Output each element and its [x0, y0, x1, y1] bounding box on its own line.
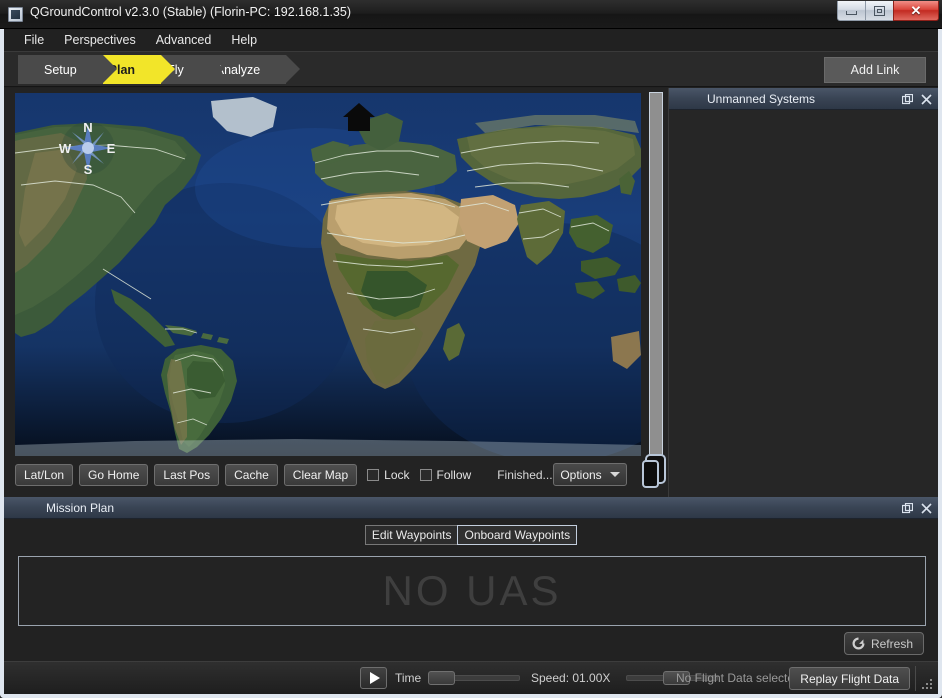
follow-checkbox-label: Follow	[436, 468, 472, 482]
follow-checkbox-box[interactable]	[419, 469, 432, 481]
refresh-icon	[852, 637, 865, 650]
qgroundcontrol-window: QGroundControl v2.3.0 (Stable) (Florin-P…	[0, 0, 942, 698]
tab-setup[interactable]: Setup	[18, 55, 117, 84]
app-window-icon	[8, 7, 23, 22]
world-map-image	[15, 93, 641, 456]
unmanned-systems-title-bar: Unmanned Systems	[669, 88, 938, 110]
waypoints-tab-group: Edit Waypoints Onboard Waypoints	[4, 525, 938, 545]
chevron-down-icon	[609, 472, 620, 477]
lock-checkbox-box[interactable]	[367, 469, 380, 481]
maximize-icon	[874, 5, 885, 16]
cache-button[interactable]: Cache	[225, 464, 278, 486]
unmanned-systems-dock: Unmanned Systems	[668, 88, 938, 497]
time-slider-thumb[interactable]	[428, 671, 455, 685]
status-bar: Time Speed: 01.00X No Flight Data select…	[4, 661, 938, 694]
menu-item-file[interactable]: File	[14, 31, 54, 49]
tab-onboard-waypoints[interactable]: Onboard Waypoints	[457, 525, 578, 545]
map-options-label: Options	[560, 467, 602, 482]
close-icon: ✕	[910, 3, 922, 18]
resize-grip-icon[interactable]	[922, 679, 934, 691]
menu-item-help[interactable]: Help	[221, 31, 267, 49]
map-zoom-slider-track[interactable]	[649, 92, 663, 457]
minimize-icon	[846, 10, 857, 15]
tab-edit-waypoints[interactable]: Edit Waypoints	[364, 525, 459, 545]
map-toolbar: Lat/Lon Go Home Last Pos Cache Clear Map…	[15, 460, 663, 490]
mission-plan-title: Mission Plan	[46, 500, 115, 515]
close-icon[interactable]	[921, 93, 932, 105]
main-toolbar: Setup Plan Fly Analyze Add Link	[4, 51, 938, 87]
time-label: Time	[395, 671, 422, 685]
clear-map-button[interactable]: Clear Map	[283, 464, 358, 486]
menu-bar: File Perspectives Advanced Help	[4, 29, 938, 51]
replay-flight-data-button[interactable]: Replay Flight Data	[789, 667, 910, 690]
waypoints-list-frame: NO UAS	[18, 556, 926, 626]
refresh-label: Refresh	[870, 636, 913, 651]
title-bar: QGroundControl v2.3.0 (Stable) (Florin-P…	[0, 0, 942, 29]
mission-plan-dock: Mission Plan Edit Waypoints Onboard Wayp…	[4, 497, 938, 661]
map-scrollbar-thumb[interactable]	[642, 460, 659, 488]
refresh-button[interactable]: Refresh	[843, 632, 924, 655]
breadcrumb: Setup Plan Fly Analyze	[18, 55, 301, 84]
maximize-button[interactable]	[865, 1, 894, 21]
add-link-button[interactable]: Add Link	[824, 57, 926, 83]
float-icon[interactable]	[902, 93, 913, 105]
map-canvas[interactable]: N S W E	[15, 93, 641, 456]
minimize-button[interactable]	[837, 1, 866, 21]
go-home-button[interactable]: Go Home	[79, 464, 149, 486]
status-divider	[915, 666, 916, 691]
speed-label: Speed: 01.00X	[531, 671, 611, 685]
mission-plan-title-bar: Mission Plan	[4, 497, 938, 519]
mission-plan-actions	[902, 497, 932, 519]
lock-checkbox[interactable]: Lock	[367, 468, 410, 482]
map-pane: N S W E Lat/Lon Go Home Last Pos Cache C…	[4, 88, 668, 497]
play-icon	[369, 672, 380, 684]
flight-data-status: No Flight Data selected..	[676, 671, 808, 685]
float-icon[interactable]	[902, 502, 913, 514]
close-button[interactable]: ✕	[893, 1, 939, 21]
unmanned-systems-actions	[902, 88, 932, 110]
lat-lon-button[interactable]: Lat/Lon	[15, 464, 74, 486]
unmanned-systems-title: Unmanned Systems	[707, 91, 816, 106]
home-icon[interactable]	[342, 101, 376, 133]
lock-checkbox-label: Lock	[384, 468, 410, 482]
mission-plan-body: Edit Waypoints Onboard Waypoints NO UAS …	[4, 519, 938, 661]
close-icon[interactable]	[921, 502, 932, 514]
no-uas-placeholder: NO UAS	[382, 567, 562, 614]
follow-checkbox[interactable]: Follow	[419, 468, 472, 482]
window-controls: ✕	[837, 1, 939, 21]
play-button[interactable]	[360, 667, 387, 689]
menu-item-perspectives[interactable]: Perspectives	[54, 31, 146, 49]
unmanned-systems-body	[669, 110, 938, 497]
menu-item-advanced[interactable]: Advanced	[146, 31, 222, 49]
last-pos-button[interactable]: Last Pos	[154, 464, 220, 486]
map-options-button[interactable]: Options	[553, 463, 627, 486]
window-title: QGroundControl v2.3.0 (Stable) (Florin-P…	[30, 5, 351, 19]
